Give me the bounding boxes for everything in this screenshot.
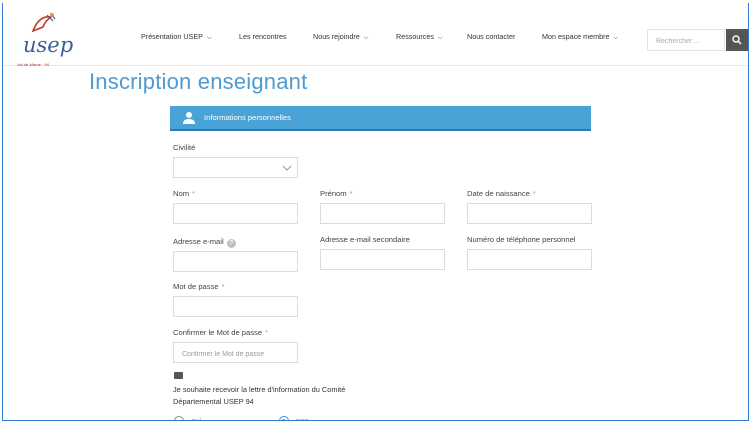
date-naissance-label-text: Date de naissance (467, 189, 530, 198)
prenom-label-text: Prénom (320, 189, 347, 198)
newsletter-label: Je souhaite recevoir la lettre d'informa… (173, 385, 346, 406)
nav-item-label: Présentation USEP (141, 32, 203, 41)
date-naissance-field[interactable] (467, 203, 592, 225)
prenom-input[interactable] (327, 206, 441, 225)
mot-de-passe-field[interactable] (173, 296, 298, 318)
email-label: Adresse e-mail? (173, 237, 236, 248)
search-input[interactable] (654, 31, 728, 52)
telephone-label: Numéro de téléphone personnel (467, 235, 576, 244)
email-field[interactable] (173, 251, 298, 273)
required-marker: * (532, 189, 536, 198)
person-icon (183, 111, 195, 124)
confirmer-mdp-label-text: Confirmer le Mot de passe (173, 328, 263, 337)
mot-de-passe-label: Mot de passe * (173, 282, 225, 291)
radio-non[interactable] (279, 416, 289, 420)
nav-item-label: Nous rejoindre (313, 32, 360, 41)
email-secondaire-label: Adresse e-mail secondaire (320, 235, 410, 244)
chevron-down-icon: ⌵ (613, 35, 619, 41)
confirmer-mdp-field[interactable] (173, 342, 298, 364)
civilite-select[interactable] (173, 157, 298, 178)
nav-item-presentation[interactable]: Présentation USEP ⌵ (141, 32, 212, 42)
civilite-label: Civilité (173, 143, 196, 152)
radio-non-label[interactable]: non (296, 416, 309, 420)
required-marker: * (265, 328, 269, 337)
chevron-down-icon (282, 165, 292, 171)
search-button[interactable] (726, 29, 748, 51)
section-header: Informations personnelles (170, 106, 591, 131)
search-field (647, 29, 728, 52)
prenom-field[interactable] (320, 203, 445, 225)
nom-label: Nom * (173, 189, 195, 198)
newsletter-icon (174, 372, 183, 379)
nav-item-label: Mon espace membre (542, 32, 610, 41)
nav-item-rejoindre[interactable]: Nous rejoindre ⌵ (313, 32, 368, 42)
nom-label-text: Nom (173, 189, 190, 198)
required-marker: * (349, 189, 353, 198)
logo-text: usep (23, 33, 74, 57)
chevron-down-icon: ⌵ (363, 35, 369, 41)
confirmer-mdp-input[interactable] (180, 345, 294, 364)
nav-item-label: Ressources (396, 32, 434, 41)
nav-item-rencontres[interactable]: Les rencontres (239, 32, 287, 41)
date-naissance-label: Date de naissance * (467, 189, 536, 198)
nav-item-label: Les rencontres (239, 32, 287, 41)
nav-item-contacter[interactable]: Nous contacter (467, 32, 515, 41)
mot-de-passe-label-text: Mot de passe (173, 282, 219, 291)
nav-item-label: Nous contacter (467, 32, 516, 41)
required-marker: * (192, 189, 196, 198)
telephone-input[interactable] (474, 252, 588, 271)
required-marker: * (221, 282, 225, 291)
search-icon (732, 35, 742, 45)
page-frame: usep Val-de-Marne · 94 Présentation USEP… (2, 3, 749, 421)
radio-oui[interactable] (174, 416, 184, 420)
mot-de-passe-input[interactable] (180, 299, 294, 318)
telephone-field[interactable] (467, 249, 592, 271)
nom-input[interactable] (180, 206, 294, 225)
prenom-label: Prénom * (320, 189, 353, 198)
logo-tagline: Val-de-Marne · 94 (17, 62, 49, 67)
email-label-text: Adresse e-mail (173, 237, 224, 246)
section-title: Informations personnelles (204, 113, 291, 122)
nav-item-espace-membre[interactable]: Mon espace membre ⌵ (542, 32, 618, 42)
nom-field[interactable] (173, 203, 298, 225)
email-secondaire-input[interactable] (327, 252, 441, 271)
email-secondaire-field[interactable] (320, 249, 445, 271)
usep-logo[interactable]: usep Val-de-Marne · 94 (11, 12, 74, 67)
site-header: usep Val-de-Marne · 94 Présentation USEP… (3, 3, 748, 67)
page-title: Inscription enseignant (89, 69, 308, 94)
radio-oui-label[interactable]: oui (191, 416, 201, 420)
nav-item-ressources[interactable]: Ressources ⌵ (396, 32, 443, 42)
email-input[interactable] (180, 254, 294, 273)
confirmer-mdp-label: Confirmer le Mot de passe * (173, 328, 268, 337)
date-naissance-input[interactable] (474, 206, 588, 225)
help-icon[interactable]: ? (226, 239, 236, 248)
chevron-down-icon: ⌵ (437, 35, 443, 41)
chevron-down-icon: ⌵ (206, 35, 212, 41)
